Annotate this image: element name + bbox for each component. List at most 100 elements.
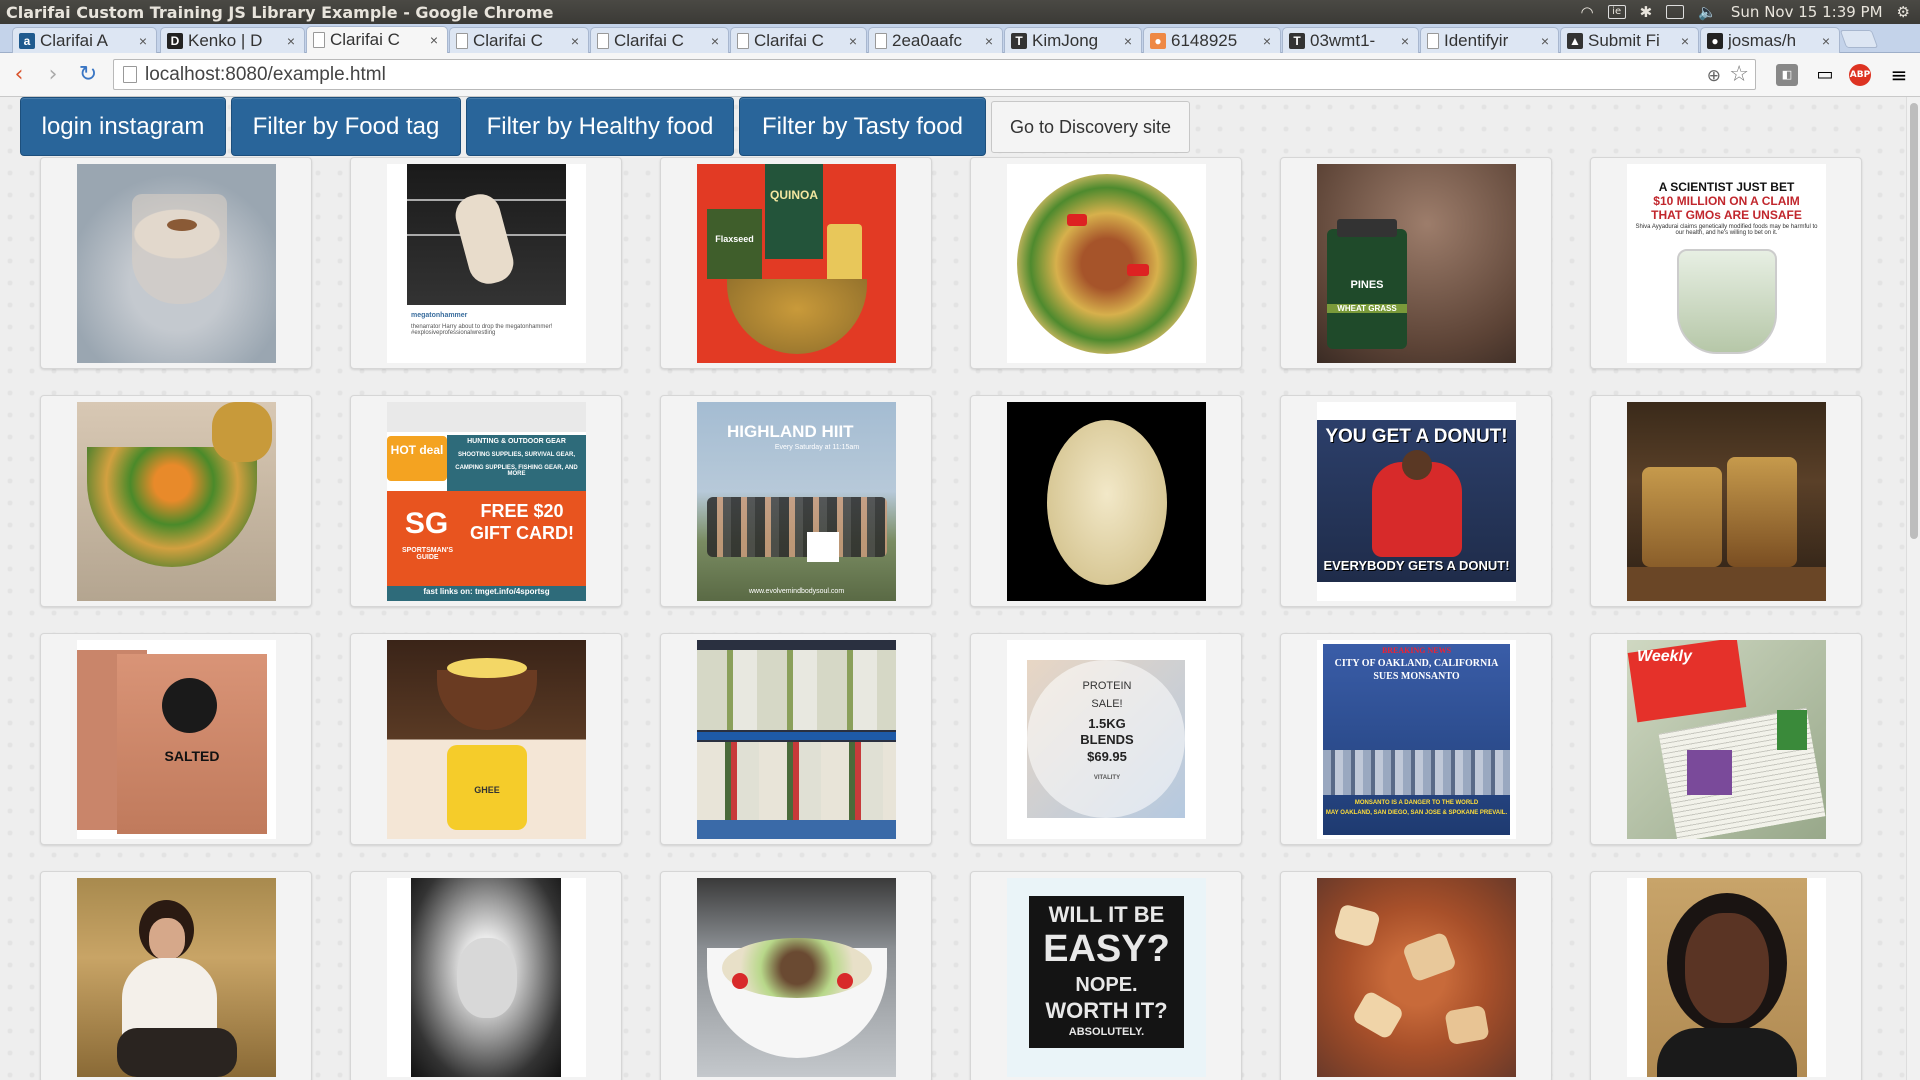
highland-hiit-group-photo[interactable]: HIGHLAND HIIT Every Saturday at 11:15am … <box>697 402 896 601</box>
tab-close-icon[interactable]: × <box>1538 33 1552 49</box>
browser-tab[interactable]: T KimJong × <box>1004 27 1142 53</box>
image-card[interactable]: PROTEIN SALE! 1.5KG BLENDS $69.95 VITALI… <box>970 633 1242 845</box>
tab-close-icon[interactable]: × <box>982 33 996 49</box>
browser-tab[interactable]: ▲ Submit Fi × <box>1560 27 1699 53</box>
reload-icon[interactable]: ↻ <box>75 62 101 88</box>
image-card[interactable]: PINES WHEAT GRASS <box>1280 157 1552 369</box>
browser-tab[interactable]: Identifyir × <box>1420 27 1559 53</box>
vegetable-bowl-photo[interactable] <box>77 402 276 601</box>
image-card[interactable] <box>40 157 312 369</box>
salted-chocolate-photo[interactable]: SALTED <box>77 640 276 839</box>
tab-close-icon[interactable]: × <box>1819 33 1833 49</box>
tab-close-icon[interactable]: × <box>1398 33 1412 49</box>
image-card[interactable]: SALTED <box>40 633 312 845</box>
image-card[interactable]: HIGHLAND HIIT Every Saturday at 11:15am … <box>660 395 932 607</box>
url-text[interactable]: localhost:8080/example.html <box>145 64 386 86</box>
ghee-jars-photo[interactable]: GHEE <box>387 640 586 839</box>
tab-close-icon[interactable]: × <box>284 33 298 49</box>
woman-in-wheat-field-photo[interactable] <box>77 878 276 1077</box>
browser-tab[interactable]: Clarifai C × <box>306 26 448 53</box>
wrestling-instagram-post[interactable]: megatonhammer thenarrator Harry about to… <box>387 164 586 363</box>
new-tab-button[interactable] <box>1839 30 1879 48</box>
filter-tasty-button[interactable]: Filter by Tasty food <box>739 97 986 156</box>
bluetooth-icon[interactable]: ✱ <box>1640 3 1653 21</box>
image-card[interactable]: HOT deal HUNTING & OUTDOOR GEAR SHOOTING… <box>350 395 622 607</box>
gear-icon[interactable]: ⚙ <box>1897 3 1910 21</box>
browser-tab[interactable]: Clarifai C × <box>730 27 867 53</box>
scrollbar-thumb[interactable] <box>1910 103 1918 539</box>
extension-icon[interactable]: ◧ <box>1776 64 1798 86</box>
donut-meme-image[interactable]: YOU GET A DONUT! EVERYBODY GETS A DONUT! <box>1317 402 1516 601</box>
image-card[interactable]: BREAKING NEWS CITY OF OAKLAND, CALIFORNI… <box>1280 633 1552 845</box>
image-card[interactable]: GHEE <box>350 633 622 845</box>
wifi-icon[interactable]: ◠ <box>1581 3 1594 21</box>
tab-close-icon[interactable]: × <box>427 32 441 48</box>
salad-bowl-photo[interactable] <box>697 878 896 1077</box>
girl-selfie-bw-photo[interactable] <box>387 878 586 1077</box>
image-card[interactable]: YOU GET A DONUT! EVERYBODY GETS A DONUT! <box>1280 395 1552 607</box>
woman-portrait-photo[interactable] <box>1627 878 1826 1077</box>
weekly-magazine-photo[interactable]: Weekly <box>1627 640 1826 839</box>
filter-healthy-button[interactable]: Filter by Healthy food <box>466 97 734 156</box>
page-scrollbar[interactable] <box>1906 97 1920 1080</box>
image-card[interactable]: Weekly <box>1590 633 1862 845</box>
image-card[interactable]: QUINOA Flaxseed <box>660 157 932 369</box>
image-card[interactable] <box>40 871 312 1080</box>
roasted-apples-photo[interactable] <box>1317 878 1516 1077</box>
image-card[interactable] <box>40 395 312 607</box>
adblock-icon[interactable]: ABP <box>1849 64 1871 86</box>
gmo-bet-article-image[interactable]: A SCIENTIST JUST BET $10 MILLION ON A CL… <box>1627 164 1826 363</box>
tab-close-icon[interactable]: × <box>846 33 860 49</box>
browser-tab[interactable]: Clarifai C × <box>590 27 729 53</box>
image-card[interactable] <box>350 871 622 1080</box>
cast-icon[interactable]: ▭ <box>1814 64 1836 86</box>
tab-close-icon[interactable]: × <box>1121 33 1135 49</box>
discovery-site-button[interactable]: Go to Discovery site <box>991 101 1190 153</box>
grocery-shelf-photo[interactable] <box>697 640 896 839</box>
wheatgrass-smoothie-photo[interactable]: PINES WHEAT GRASS <box>1317 164 1516 363</box>
keyboard-layout-icon[interactable]: ie <box>1607 5 1626 19</box>
pasta-vegetables-photo[interactable] <box>1007 164 1206 363</box>
browser-tab[interactable]: D Kenko | D × <box>160 27 305 53</box>
browser-tab[interactable]: ● 6148925 × <box>1143 27 1281 53</box>
volume-icon[interactable]: 🔈 <box>1698 3 1717 21</box>
tab-close-icon[interactable]: × <box>1260 33 1274 49</box>
image-card[interactable]: megatonhammer thenarrator Harry about to… <box>350 157 622 369</box>
protein-sale-ad[interactable]: PROTEIN SALE! 1.5KG BLENDS $69.95 VITALI… <box>1007 640 1206 839</box>
zoom-icon[interactable]: ⊕ <box>1707 66 1721 86</box>
image-card[interactable]: WILL IT BE EASY? NOPE. WORTH IT? ABSOLUT… <box>970 871 1242 1080</box>
back-arrow-icon[interactable]: ‹ <box>6 62 32 88</box>
clock[interactable]: Sun Nov 15 1:39 PM <box>1731 3 1883 21</box>
image-card[interactable] <box>1590 395 1862 607</box>
image-card[interactable] <box>660 871 932 1080</box>
tab-close-icon[interactable]: × <box>136 33 150 49</box>
browser-tab[interactable]: ● josmas/h × <box>1700 27 1840 53</box>
browser-tab[interactable]: a Clarifai A × <box>12 27 157 53</box>
quinoa-products-photo[interactable]: QUINOA Flaxseed <box>697 164 896 363</box>
browser-tab[interactable]: Clarifai C × <box>449 27 589 53</box>
tab-close-icon[interactable]: × <box>568 33 582 49</box>
flatbread-photo[interactable] <box>1007 402 1206 601</box>
filter-food-button[interactable]: Filter by Food tag <box>231 97 461 156</box>
menu-icon[interactable]: ≡ <box>1888 64 1910 86</box>
forward-arrow-icon[interactable]: › <box>40 62 66 88</box>
tab-close-icon[interactable]: × <box>708 33 722 49</box>
browser-tab[interactable]: T 03wmt1- × <box>1282 27 1419 53</box>
bookmark-star-icon[interactable]: ☆ <box>1729 62 1749 87</box>
sportsmans-guide-ad[interactable]: HOT deal HUNTING & OUTDOOR GEAR SHOOTING… <box>387 402 586 601</box>
image-card[interactable] <box>970 395 1242 607</box>
address-bar[interactable]: localhost:8080/example.html ⊕ ☆ <box>113 59 1756 90</box>
battery-icon[interactable] <box>1666 5 1685 19</box>
will-it-be-easy-quote[interactable]: WILL IT BE EASY? NOPE. WORTH IT? ABSOLUT… <box>1007 878 1206 1077</box>
login-instagram-button[interactable]: login instagram <box>20 97 226 156</box>
browser-tab[interactable]: 2ea0aafc × <box>868 27 1003 53</box>
oakland-monsanto-news[interactable]: BREAKING NEWS CITY OF OAKLAND, CALIFORNI… <box>1317 640 1516 839</box>
jars-photo[interactable] <box>1627 402 1826 601</box>
image-card[interactable] <box>660 633 932 845</box>
image-card[interactable] <box>1590 871 1862 1080</box>
image-card[interactable]: A SCIENTIST JUST BET $10 MILLION ON A CL… <box>1590 157 1862 369</box>
image-card[interactable] <box>1280 871 1552 1080</box>
image-card[interactable] <box>970 157 1242 369</box>
latte-photo[interactable] <box>77 164 276 363</box>
tab-close-icon[interactable]: × <box>1678 33 1692 49</box>
